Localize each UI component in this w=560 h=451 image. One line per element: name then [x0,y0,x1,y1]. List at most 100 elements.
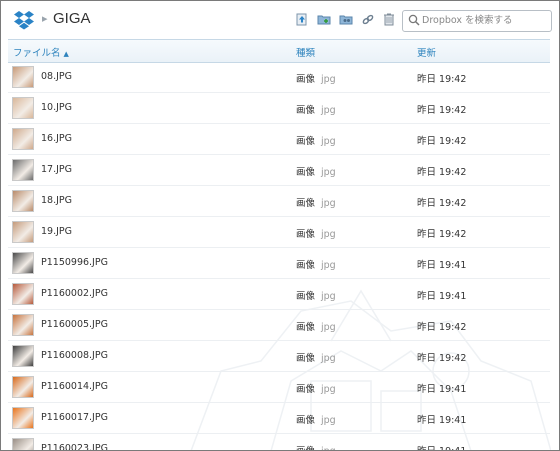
breadcrumb-folder[interactable]: GIGA [53,10,91,27]
file-kind: 画像 jpg [296,412,336,426]
file-name[interactable]: P1160008.JPG [41,350,108,361]
file-name[interactable]: 17.JPG [41,164,72,175]
file-modified: 昨日 19:42 [417,229,467,240]
file-modified: 昨日 19:42 [417,136,467,147]
search-input[interactable] [422,12,546,28]
column-header-modified[interactable]: 更新 [417,45,436,59]
shared-folder-icon[interactable] [339,13,353,26]
file-name[interactable]: P1160014.JPG [41,381,108,392]
file-kind-label: 画像 [296,291,316,302]
file-modified: 昨日 19:42 [417,198,467,209]
top-bar: ▸ GIGA [1,1,559,39]
file-row[interactable]: P1160002.JPG 画像 jpg 昨日 19:41 [8,279,550,310]
file-kind: 画像 jpg [296,319,336,333]
file-modified: 昨日 19:42 [417,353,467,364]
file-kind: 画像 jpg [296,257,336,271]
image-thumbnail-icon [12,252,34,274]
file-kind: 画像 jpg [296,226,336,240]
image-thumbnail-icon [12,66,34,88]
file-name[interactable]: P1160005.JPG [41,319,108,330]
file-modified: 昨日 19:41 [417,415,467,426]
file-name[interactable]: 16.JPG [41,133,72,144]
file-extension: jpg [321,446,336,450]
column-header-name[interactable]: ファイル名 ▲ [13,45,69,59]
file-modified: 昨日 19:41 [417,260,467,271]
file-row[interactable]: P1160008.JPG 画像 jpg 昨日 19:42 [8,341,550,372]
file-row[interactable]: 10.JPG 画像 jpg 昨日 19:42 [8,93,550,124]
image-thumbnail-icon [12,190,34,212]
file-extension: jpg [321,167,336,178]
file-modified: 昨日 19:41 [417,384,467,395]
file-row[interactable]: P1160014.JPG 画像 jpg 昨日 19:41 [8,372,550,403]
file-name[interactable]: P1160023.JPG [41,443,108,450]
file-kind: 画像 jpg [296,381,336,395]
file-row[interactable]: 08.JPG 画像 jpg 昨日 19:42 [8,62,550,93]
file-row[interactable]: P1160023.JPG 画像 jpg 昨日 19:41 [8,434,550,450]
file-list: 08.JPG 画像 jpg 昨日 19:42 10.JPG 画像 jpg 昨日 19:42 16… [8,62,550,450]
file-kind-label: 画像 [296,167,316,178]
search-icon [408,14,420,26]
file-extension: jpg [321,322,336,333]
file-row[interactable]: 18.JPG 画像 jpg 昨日 19:42 [8,186,550,217]
file-extension: jpg [321,353,336,364]
dropbox-window: ▸ GIGA Dropbox を検索する ファイル名 ▲ 種類 更新 08.JP… [0,0,560,451]
show-deleted-files-icon[interactable] [382,13,396,26]
file-row[interactable]: 19.JPG 画像 jpg 昨日 19:42 [8,217,550,248]
breadcrumb-separator-icon: ▸ [42,12,48,25]
file-name[interactable]: P1160017.JPG [41,412,108,423]
image-thumbnail-icon [12,438,34,450]
image-thumbnail-icon [12,283,34,305]
file-kind: 画像 jpg [296,133,336,147]
image-thumbnail-icon [12,128,34,150]
file-name[interactable]: 19.JPG [41,226,72,237]
image-thumbnail-icon [12,159,34,181]
file-kind: 画像 jpg [296,102,336,116]
new-folder-icon[interactable] [317,13,331,26]
file-row[interactable]: 17.JPG 画像 jpg 昨日 19:42 [8,155,550,186]
file-kind-label: 画像 [296,136,316,147]
file-modified: 昨日 19:41 [417,291,467,302]
file-extension: jpg [321,198,336,209]
column-header-kind[interactable]: 種類 [296,45,315,59]
file-extension: jpg [321,384,336,395]
file-kind: 画像 jpg [296,195,336,209]
file-row[interactable]: P1160005.JPG 画像 jpg 昨日 19:42 [8,310,550,341]
image-thumbnail-icon [12,407,34,429]
file-extension: jpg [321,229,336,240]
sort-ascending-icon: ▲ [63,50,69,58]
upload-icon[interactable] [295,13,309,26]
file-name[interactable]: P1160002.JPG [41,288,108,299]
column-header-name-label: ファイル名 [13,48,61,59]
file-kind: 画像 jpg [296,71,336,85]
file-kind: 画像 jpg [296,164,336,178]
search-box[interactable] [402,10,552,32]
dropbox-logo-icon[interactable] [13,10,35,30]
file-row[interactable]: 16.JPG 画像 jpg 昨日 19:42 [8,124,550,155]
share-link-icon[interactable] [361,13,375,26]
file-modified: 昨日 19:42 [417,167,467,178]
file-name[interactable]: 08.JPG [41,71,72,82]
file-kind-label: 画像 [296,74,316,85]
file-modified: 昨日 19:42 [417,105,467,116]
file-kind-label: 画像 [296,260,316,271]
file-name[interactable]: 18.JPG [41,195,72,206]
file-modified: 昨日 19:41 [417,443,466,450]
file-name[interactable]: P1150996.JPG [41,257,108,268]
file-kind-label: 画像 [296,105,316,116]
file-modified: 昨日 19:42 [417,322,467,333]
file-kind: 画像 jpg [296,443,336,450]
file-kind-label: 画像 [296,384,316,395]
image-thumbnail-icon [12,376,34,398]
file-extension: jpg [321,291,336,302]
file-kind: 画像 jpg [296,288,336,302]
file-list-header: ファイル名 ▲ 種類 更新 [8,39,550,63]
file-row[interactable]: P1150996.JPG 画像 jpg 昨日 19:41 [8,248,550,279]
file-kind-label: 画像 [296,322,316,333]
file-name[interactable]: 10.JPG [41,102,72,113]
file-extension: jpg [321,74,336,85]
file-row[interactable]: P1160017.JPG 画像 jpg 昨日 19:41 [8,403,550,434]
file-kind-label: 画像 [296,446,315,450]
image-thumbnail-icon [12,345,34,367]
image-thumbnail-icon [12,221,34,243]
file-kind-label: 画像 [296,353,316,364]
